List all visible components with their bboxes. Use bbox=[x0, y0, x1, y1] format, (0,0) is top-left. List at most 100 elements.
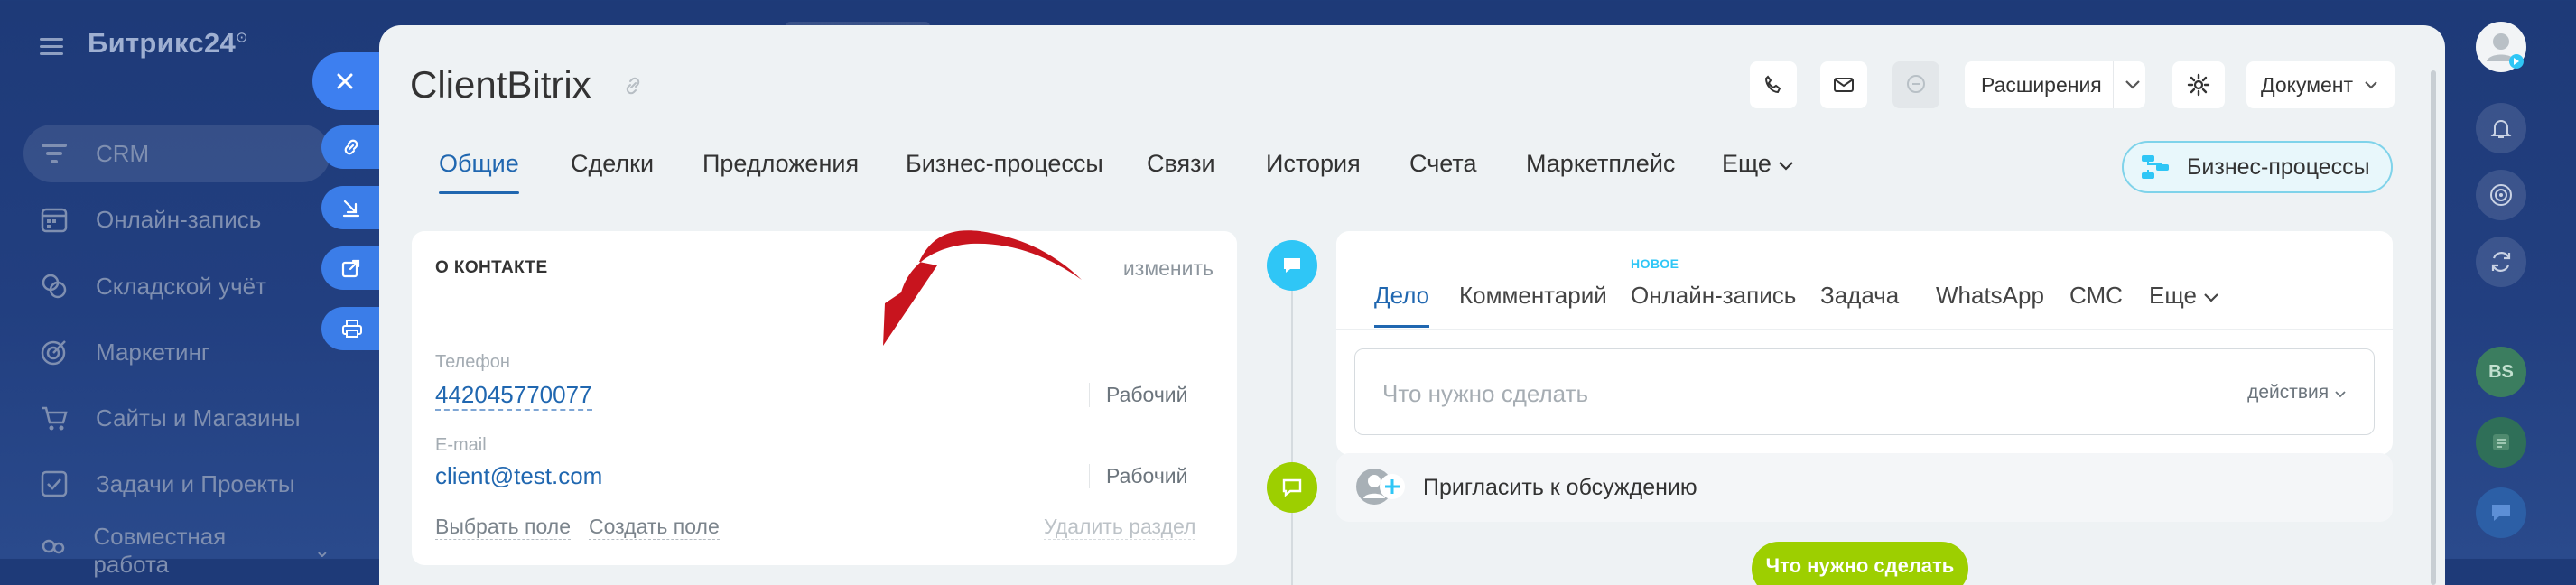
settings-button[interactable] bbox=[2172, 61, 2225, 108]
extensions-label: Расширения bbox=[1981, 72, 2102, 97]
page-title: ClientBitrix bbox=[410, 63, 591, 106]
checkbox-icon bbox=[36, 466, 72, 502]
business-processes-button[interactable]: Бизнес-процессы bbox=[2122, 141, 2393, 193]
tab-relations[interactable]: Связи bbox=[1147, 150, 1215, 178]
todo-placeholder: Что нужно сделать bbox=[1382, 380, 1588, 407]
calendar-icon bbox=[36, 201, 72, 237]
activity-tab-online-booking[interactable]: Онлайн-запись bbox=[1631, 282, 1796, 310]
chevron-down-icon bbox=[2365, 81, 2377, 89]
tab-offers[interactable]: Предложения bbox=[702, 150, 859, 178]
boxes-icon bbox=[36, 268, 72, 304]
chat-bubble-icon bbox=[2492, 505, 2510, 521]
tab-more[interactable]: Еще bbox=[1722, 150, 1794, 178]
chat-icon bbox=[1907, 75, 1925, 93]
tab-marketplace[interactable]: Маркетплейс bbox=[1526, 150, 1675, 178]
document-label: Документ bbox=[2261, 72, 2354, 97]
todo-actions-label: действия bbox=[2247, 382, 2330, 403]
annotation-arrow-icon bbox=[883, 230, 1082, 346]
tab-invoices[interactable]: Счета bbox=[1409, 150, 1476, 178]
tab-general[interactable]: Общие bbox=[439, 150, 519, 194]
tab-history[interactable]: История bbox=[1266, 150, 1361, 178]
tab-deals[interactable]: Сделки bbox=[571, 150, 654, 178]
sidebar-item-tasks-projects[interactable]: Задачи и Проекты bbox=[23, 455, 330, 513]
activity-tab-whatsapp[interactable]: WhatsApp bbox=[1936, 282, 2044, 310]
invite-label: Пригласить к обсуждению bbox=[1423, 475, 1697, 500]
gear-icon bbox=[2187, 73, 2210, 97]
user-avatar-bs[interactable]: BS bbox=[2476, 347, 2526, 397]
copy-link-button[interactable] bbox=[321, 125, 385, 169]
funnel-icon bbox=[36, 135, 72, 172]
notifications-button[interactable] bbox=[2476, 103, 2526, 153]
new-badge: НОВОЕ bbox=[1631, 256, 1679, 271]
tab-more-label: Еще bbox=[1722, 150, 1772, 177]
email-button[interactable] bbox=[1820, 61, 1867, 108]
sidebar-item-collaboration[interactable]: Совместная работа ⌄ bbox=[23, 522, 330, 580]
sidebar-item-sites-stores[interactable]: Сайты и Магазины bbox=[23, 389, 330, 447]
tab-business-processes[interactable]: Бизнес-процессы bbox=[906, 150, 1103, 178]
sidebar-item-label: Складской учёт bbox=[96, 272, 267, 300]
invite-to-discussion[interactable]: Пригласить к обсуждению bbox=[1336, 453, 2393, 522]
message-icon bbox=[1284, 258, 1300, 273]
avatar-initials: BS bbox=[2488, 361, 2514, 382]
activity-tab-more[interactable]: Еще bbox=[2149, 282, 2219, 310]
bell-icon bbox=[2490, 120, 2512, 138]
chevron-down-icon bbox=[2204, 293, 2218, 302]
activity-tab-sms[interactable]: СМС bbox=[2069, 282, 2123, 310]
delete-section-link[interactable]: Удалить раздел bbox=[1044, 515, 1196, 540]
sidebar-item-label: Задачи и Проекты bbox=[96, 469, 295, 497]
todo-submit-button[interactable]: Что нужно сделать bbox=[1752, 542, 1968, 585]
link-icon bbox=[344, 139, 358, 155]
title-link-icon[interactable] bbox=[621, 74, 645, 98]
sync-button[interactable] bbox=[2476, 237, 2526, 287]
sidebar-item-warehouse[interactable]: Складской учёт bbox=[23, 257, 330, 315]
phone-type: Рабочий bbox=[1089, 383, 1188, 407]
print-button[interactable] bbox=[321, 307, 385, 350]
phone-label: Телефон bbox=[435, 352, 510, 372]
todo-input[interactable]: Что нужно сделать действия bbox=[1354, 348, 2375, 435]
target-icon bbox=[36, 334, 72, 370]
chat-button[interactable] bbox=[1892, 61, 1939, 108]
sidebar-item-label: Маркетинг bbox=[96, 338, 210, 366]
menu-burger-icon[interactable] bbox=[38, 32, 65, 60]
sidebar-item-marketing[interactable]: Маркетинг bbox=[23, 323, 330, 381]
chevron-down-icon: ⌄ bbox=[313, 539, 330, 562]
sidebar-item-crm[interactable]: CRM bbox=[23, 125, 330, 182]
add-user-icon bbox=[1356, 469, 1405, 505]
chevron-down-icon bbox=[2335, 391, 2346, 398]
chat-avatar-2[interactable] bbox=[2476, 488, 2526, 538]
activity-tab-task[interactable]: Задача bbox=[1820, 282, 1899, 310]
open-new-window-button[interactable] bbox=[321, 246, 385, 290]
business-process-icon bbox=[2142, 155, 2169, 179]
edit-section-link[interactable]: изменить bbox=[1123, 256, 1214, 281]
user-avatar[interactable] bbox=[2476, 22, 2526, 72]
phone-value[interactable]: 442045770077 bbox=[435, 381, 592, 411]
activity-tab-more-label: Еще bbox=[2149, 282, 2197, 309]
chevron-down-icon bbox=[2125, 80, 2140, 89]
sidebar-item-label: CRM bbox=[96, 139, 150, 167]
bitrix24-logo[interactable]: Битрикс24⊙ bbox=[88, 27, 248, 60]
team-icon bbox=[36, 533, 70, 569]
minimize-slider-button[interactable] bbox=[321, 186, 385, 229]
call-button[interactable] bbox=[1750, 61, 1797, 108]
scrollbar[interactable] bbox=[2431, 70, 2436, 585]
chat-avatar[interactable] bbox=[2476, 417, 2526, 468]
extensions-dropdown[interactable]: Расширения bbox=[1965, 61, 2145, 108]
activity-tab-comment[interactable]: Комментарий bbox=[1459, 282, 1607, 310]
email-value[interactable]: client@test.com bbox=[435, 462, 602, 490]
sidebar-item-online-booking[interactable]: Онлайн-запись bbox=[23, 190, 330, 248]
mail-icon bbox=[1834, 78, 1854, 92]
activity-tab-todo[interactable]: Дело bbox=[1374, 282, 1430, 328]
activity-stream-button[interactable] bbox=[2476, 170, 2526, 220]
comment-icon bbox=[1282, 478, 1302, 497]
external-link-icon bbox=[341, 259, 360, 278]
todo-actions-dropdown[interactable]: действия bbox=[2247, 382, 2347, 404]
todo-submit-label: Что нужно сделать bbox=[1765, 554, 1955, 577]
create-field-link[interactable]: Создать поле bbox=[589, 515, 720, 540]
document-icon bbox=[2493, 434, 2509, 450]
divider bbox=[1336, 329, 2393, 330]
printer-icon bbox=[342, 320, 362, 338]
document-dropdown[interactable]: Документ bbox=[2246, 61, 2395, 108]
select-field-link[interactable]: Выбрать поле bbox=[435, 515, 571, 540]
close-icon bbox=[337, 73, 353, 89]
collapse-arrow-icon bbox=[342, 200, 360, 218]
